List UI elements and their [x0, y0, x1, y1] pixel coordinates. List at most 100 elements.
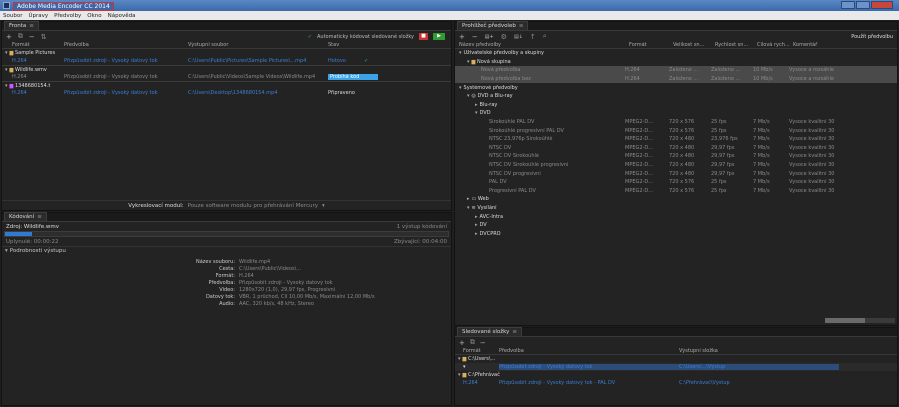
expand-icon[interactable]: ▸ — [475, 222, 478, 228]
details-toggle[interactable]: ▾ Podrobnosti výstupu — [2, 246, 451, 254]
watch-item-row[interactable]: ▾ Přizpůsobit zdroji - Vysoký datový tok… — [455, 363, 897, 371]
menu-upravy[interactable]: Úpravy — [28, 13, 48, 19]
preset-row[interactable]: NTSC DV Širokoúhlé MPEG2-D... 720 x 480 29,… — [455, 152, 897, 161]
preset-group-row[interactable]: ▸ Blu-ray — [455, 101, 897, 110]
col-format[interactable]: Formát — [463, 348, 499, 354]
preset-group-row[interactable]: ▾ Systémové předvolby — [455, 83, 897, 92]
chevron-down-icon[interactable]: ▾ — [322, 203, 325, 209]
queue-item-row[interactable]: H.264 Přizpůsobit zdroji - Vysoký datový… — [2, 73, 451, 81]
status-badge: Probíhá kód — [328, 74, 378, 80]
col-output[interactable]: Výstupní soubor — [188, 42, 328, 48]
preset-group-row[interactable]: ▾ Uživatelské předvolby a skupiny — [455, 49, 897, 58]
col-format[interactable]: Formát — [629, 42, 673, 48]
expand-icon[interactable]: ▾ — [467, 205, 470, 211]
folder-icon: ▆ — [9, 50, 14, 56]
preset-row[interactable]: NTSC DV progresivní MPEG2-D... 720 x 480 29… — [455, 169, 897, 178]
detail-value: H.264 — [239, 272, 254, 279]
preset-row[interactable]: Širokoúhlé progresivní PAL DV MPEG2-D... 7… — [455, 126, 897, 135]
search-icon[interactable]: ⌕ — [543, 32, 547, 41]
close-window-button[interactable] — [871, 1, 893, 9]
remove-preset-icon[interactable]: − — [472, 33, 478, 41]
preset-group-row[interactable]: ▾ ▆ Nová skupina — [455, 58, 897, 67]
duplicate-icon[interactable]: ⧉ — [18, 32, 23, 41]
maximize-button[interactable] — [856, 1, 870, 9]
col-comment[interactable]: Komentář — [793, 42, 853, 48]
preset-row[interactable]: NTSC DV MPEG2-D... 720 x 480 29,97 fps 7 Mb/… — [455, 144, 897, 153]
preset-row[interactable]: Nová předvolba H.264 Založeno ... Založeno … — [455, 66, 897, 75]
col-frame-size[interactable]: Velikost sn... — [673, 42, 715, 48]
preset-row[interactable]: PAL DV MPEG2-D... 720 x 576 25 fps 7 Mb/s Vys… — [455, 178, 897, 187]
tab-preset-browser[interactable]: Prohlížeč předvoleb ≡ — [457, 21, 529, 30]
horizontal-scrollbar[interactable] — [825, 318, 895, 323]
tab-queue[interactable]: Fronta ≡ — [4, 21, 39, 30]
preset-row[interactable]: Nová předvolba bez H.264 Založeno ... Založ… — [455, 74, 897, 84]
expand-icon[interactable]: ▸ — [475, 102, 478, 108]
preset-row[interactable]: NTSC DV Širokoúhlé progresivní MPEG2-D...… — [455, 161, 897, 170]
queue-item-row[interactable]: H.264 Přizpůsobit zdroji - Vysoký datový… — [2, 57, 451, 65]
watch-item-row[interactable]: H.264 Přizpůsobit zdroji - Vysoký datový… — [455, 379, 897, 387]
col-status[interactable]: Stav — [328, 42, 378, 48]
renderer-select[interactable]: Pouze software modulu pro přehrávání Mer… — [188, 203, 318, 209]
tab-watch-folders[interactable]: Sledované složky ≡ — [457, 327, 523, 336]
export-icon[interactable]: ↑ — [530, 33, 536, 41]
start-queue-button[interactable]: ▶ — [433, 33, 445, 40]
add-source-icon[interactable]: + — [6, 33, 12, 41]
col-frame-rate[interactable]: Rychlost sn... — [715, 42, 757, 48]
watch-group-row[interactable]: ▾ ▆ C:\Users\... — [455, 355, 897, 363]
preset-group-row[interactable]: ▸ AVC-Intra — [455, 212, 897, 221]
media-file-icon: ▆ — [9, 82, 14, 89]
queue-group-row[interactable]: ▾ ▆ Sample Pictures — [2, 49, 451, 57]
expand-icon[interactable]: ▸ — [467, 196, 470, 202]
new-group-icon[interactable]: ▤+ — [485, 34, 494, 40]
menu-predvolby[interactable]: Předvolby — [54, 13, 81, 19]
add-preset-icon[interactable]: + — [459, 33, 465, 41]
col-preset-name[interactable]: Název předvolby — [459, 42, 629, 48]
expand-icon[interactable]: ▸ — [475, 214, 478, 220]
settings-icon[interactable]: ⚙ — [501, 33, 507, 41]
expand-icon[interactable]: ▸ — [475, 231, 478, 237]
format-select[interactable]: ▾ — [463, 364, 499, 370]
detail-row: Předvolba: Přizpůsobit zdroji - Vysoký da… — [2, 279, 451, 286]
detail-label: Předvolba: — [208, 279, 235, 286]
queue-item-row[interactable]: H.264 Přizpůsobit zdroji - Vysoký datový… — [2, 89, 451, 97]
folder-icon: ▆ — [462, 372, 467, 378]
minimize-button[interactable] — [841, 1, 855, 9]
col-preset[interactable]: Předvolba — [499, 348, 679, 354]
menu-okno[interactable]: Okno — [87, 13, 101, 19]
expand-icon[interactable]: ▾ — [459, 85, 462, 91]
preset-group-row[interactable]: ▾ ◎ DVD a Blu-ray — [455, 92, 897, 101]
expand-icon[interactable]: ▾ — [467, 59, 470, 65]
preset-row[interactable]: Progresivní PAL DV MPEG2-D... 720 x 576 25 … — [455, 187, 897, 196]
col-output-folder[interactable]: Výstupní složka — [679, 348, 779, 354]
preset-group-row[interactable]: ▾ ≋ Vysílání — [455, 204, 897, 213]
stop-queue-button[interactable]: ■ — [419, 33, 428, 40]
preset-group-row[interactable]: ▸ DVCPRO — [455, 229, 897, 238]
col-format[interactable]: Formát — [12, 42, 64, 48]
duplicate-icon[interactable]: ⧉ — [470, 338, 475, 347]
watch-group-row[interactable]: ▾ ▆ C:\Přehrávač — [455, 371, 897, 379]
col-target-rate[interactable]: Cílová rych... — [757, 42, 793, 48]
apply-preset-button[interactable]: Použít předvolbu — [851, 34, 893, 40]
settings-icon[interactable]: ⇅ — [41, 33, 47, 41]
tab-encoding[interactable]: Kódování ≡ — [4, 212, 47, 221]
expand-icon[interactable]: ▾ — [475, 110, 478, 116]
detail-value: VBR, 1 průchod, Cíl 10,00 Mb/s, Maximáln… — [239, 293, 375, 300]
queue-group-row[interactable]: ▾ ▆ 1348680154.t — [2, 81, 451, 89]
preset-row[interactable]: Širokoúhlé PAL DV MPEG2-D... 720 x 576 25 f… — [455, 118, 897, 127]
expand-icon[interactable]: ▾ — [459, 50, 462, 56]
import-icon[interactable]: ▤↓ — [514, 34, 523, 40]
auto-encode-checkbox[interactable]: ✓ — [308, 34, 312, 40]
add-folder-icon[interactable]: + — [459, 339, 465, 347]
remove-icon[interactable]: − — [29, 33, 35, 41]
expand-icon[interactable]: ▾ — [467, 93, 470, 99]
menu-soubor[interactable]: Soubor — [3, 13, 22, 19]
queue-group-row[interactable]: ▾ ▆ Wildlife.wmv — [2, 65, 451, 73]
remove-folder-icon[interactable]: − — [480, 339, 486, 347]
col-preset[interactable]: Předvolba — [64, 42, 188, 48]
folder-icon: ▆ — [462, 356, 467, 362]
preset-group-row[interactable]: ▸ DV — [455, 221, 897, 230]
menu-napoveda[interactable]: Nápověda — [108, 13, 136, 19]
preset-group-row[interactable]: ▸ ▭ Web — [455, 195, 897, 204]
preset-group-row[interactable]: ▾ DVD — [455, 109, 897, 118]
preset-row[interactable]: NTSC 23,976p Širokoúhlé MPEG2-D... 720 x 4… — [455, 135, 897, 144]
